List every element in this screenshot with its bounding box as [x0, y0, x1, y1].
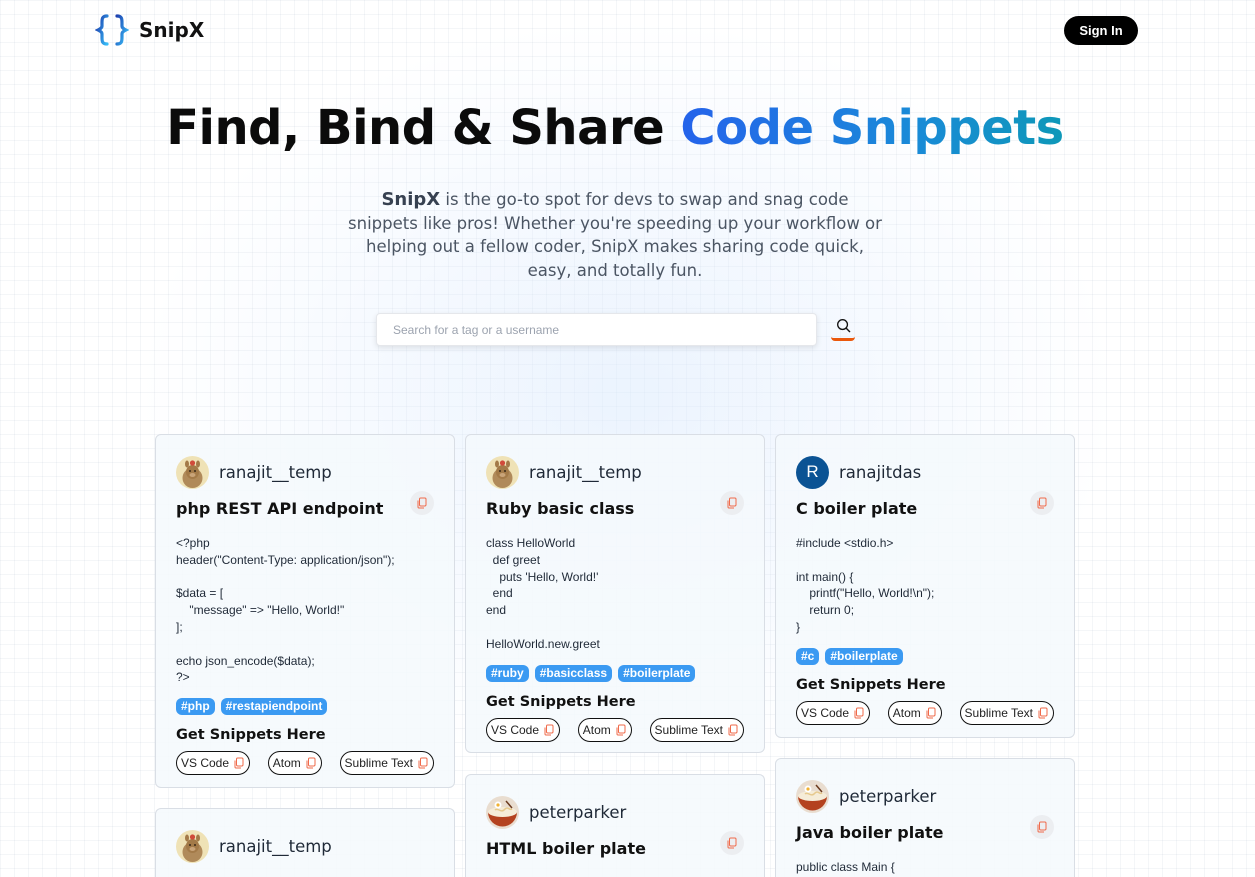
- copy-icon: [615, 724, 627, 736]
- copy-icon: [726, 497, 738, 509]
- snippet-code: #include <stdio.h> int main() { printf("…: [796, 536, 935, 634]
- snippet-title: php REST API endpoint: [176, 499, 384, 518]
- ramen-avatar-icon: [486, 796, 519, 829]
- atom-snippet-button[interactable]: Atom: [267, 751, 322, 776]
- get-snippets-label: Get Snippets Here: [486, 693, 636, 710]
- search-icon: [836, 319, 850, 333]
- editor-label: Atom: [272, 756, 301, 771]
- sign-in-button[interactable]: Sign In: [1064, 16, 1138, 45]
- snippet-card: peterparker Java boiler plate public cla…: [775, 758, 1075, 877]
- letter-avatar: R: [796, 455, 829, 489]
- llama-avatar-icon: [176, 456, 209, 489]
- tag-chip[interactable]: #ruby: [486, 664, 529, 682]
- snippet-username[interactable]: ranajitdas: [839, 463, 921, 482]
- snippet-title: C boiler plate: [796, 499, 918, 518]
- ramen-avatar-icon: [796, 780, 829, 813]
- copy-icon: [726, 837, 738, 849]
- editor-label: VS Code: [491, 722, 540, 737]
- copy-icon: [1036, 821, 1048, 833]
- sublime-snippet-button[interactable]: Sublime Text: [339, 751, 434, 776]
- editor-label: Sublime Text: [344, 756, 413, 771]
- tag-chip[interactable]: #restapiendpoint: [220, 698, 328, 716]
- vscode-snippet-button[interactable]: VS Code: [486, 717, 561, 742]
- tag-chip[interactable]: #c: [796, 647, 820, 665]
- top-nav: SnipX Sign In: [0, 0, 1255, 62]
- editor-label: Sublime Text: [654, 722, 723, 737]
- hero-description-brand: SnipX: [381, 189, 441, 210]
- copy-icon: [853, 707, 865, 719]
- copy-snippet-button[interactable]: [720, 491, 744, 515]
- llama-avatar-icon: [486, 456, 519, 489]
- brand-name: SnipX: [139, 18, 205, 42]
- vscode-snippet-button[interactable]: VS Code: [796, 700, 871, 725]
- copy-icon: [233, 757, 245, 769]
- copy-icon: [1037, 707, 1049, 719]
- sublime-snippet-button[interactable]: Sublime Text: [649, 717, 744, 742]
- editor-label: Sublime Text: [964, 705, 1033, 720]
- snippet-username[interactable]: peterparker: [839, 787, 936, 806]
- snippet-card: peterparker HTML boiler plate: [465, 774, 765, 877]
- snippet-code: <?php header("Content-Type: application/…: [176, 536, 395, 685]
- vscode-snippet-button[interactable]: VS Code: [176, 751, 251, 776]
- get-snippets-label: Get Snippets Here: [176, 727, 326, 744]
- brand-logo[interactable]: SnipX: [95, 13, 204, 47]
- snippet-card: ranajit__temp php REST API endpoint <?ph…: [155, 434, 455, 788]
- hero-title-plain: Find, Bind & Share: [166, 100, 681, 156]
- snippet-username[interactable]: peterparker: [529, 803, 626, 822]
- copy-icon: [925, 707, 937, 719]
- atom-snippet-button[interactable]: Atom: [577, 717, 632, 742]
- copy-icon: [416, 497, 428, 509]
- snippet-username[interactable]: ranajit__temp: [529, 463, 642, 482]
- editor-label: Atom: [582, 722, 611, 737]
- get-snippets-label: Get Snippets Here: [796, 676, 946, 693]
- copy-icon: [1036, 497, 1048, 509]
- tag-chip[interactable]: #boilerplate: [825, 647, 903, 665]
- llama-avatar-icon: [176, 830, 209, 863]
- search-input[interactable]: [376, 313, 817, 346]
- copy-snippet-button[interactable]: [410, 491, 434, 515]
- hero-title: Find, Bind & Share Code Snippets: [0, 100, 1230, 156]
- snippet-username[interactable]: ranajit__temp: [219, 837, 332, 856]
- snippet-title: Ruby basic class: [486, 499, 635, 518]
- copy-icon: [727, 724, 739, 736]
- hero-description: SnipX is the go-to spot for devs to swap…: [345, 188, 885, 282]
- curly-braces-logo-icon: [95, 14, 129, 46]
- snippet-card: ranajit__temp: [155, 808, 455, 877]
- copy-icon: [417, 757, 429, 769]
- tag-chip[interactable]: #basicclass: [534, 664, 613, 682]
- editor-label: VS Code: [801, 705, 850, 720]
- snippet-title: HTML boiler plate: [486, 839, 646, 858]
- copy-snippet-button[interactable]: [720, 831, 744, 855]
- copy-icon: [543, 724, 555, 736]
- tag-chip[interactable]: #php: [176, 698, 215, 716]
- snippet-title: Java boiler plate: [796, 823, 944, 842]
- sublime-snippet-button[interactable]: Sublime Text: [959, 700, 1054, 725]
- hero-title-accent: Code Snippets: [680, 100, 1064, 156]
- snippet-code: class HelloWorld def greet puts 'Hello, …: [486, 536, 600, 651]
- atom-snippet-button[interactable]: Atom: [887, 700, 942, 725]
- snippet-username[interactable]: ranajit__temp: [219, 463, 332, 482]
- snippet-card: ranajit__temp Ruby basic class class Hel…: [465, 434, 765, 753]
- search-button[interactable]: [831, 313, 855, 341]
- snippet-code: public class Main {: [796, 860, 895, 874]
- editor-label: Atom: [892, 705, 921, 720]
- snippet-card: R ranajitdas C boiler plate #include <st…: [775, 434, 1075, 738]
- copy-icon: [305, 757, 317, 769]
- editor-label: VS Code: [181, 756, 230, 771]
- copy-snippet-button[interactable]: [1030, 491, 1054, 515]
- copy-snippet-button[interactable]: [1030, 815, 1054, 839]
- tag-chip[interactable]: #boilerplate: [618, 664, 696, 682]
